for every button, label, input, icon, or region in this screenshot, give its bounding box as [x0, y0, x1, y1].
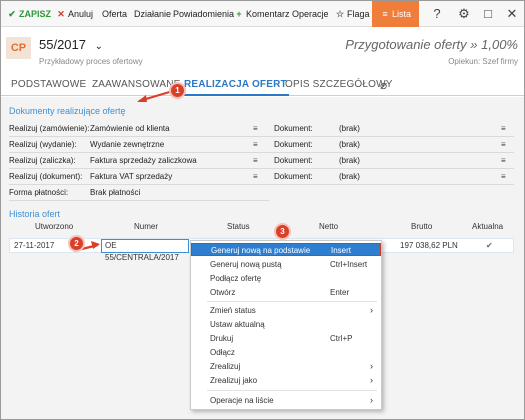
divider: [9, 200, 269, 201]
menu-item-open[interactable]: Otwórz Enter: [191, 286, 381, 299]
menu-icon[interactable]: ≡: [501, 154, 506, 168]
menu-item-realize[interactable]: Zrealizuj ›: [191, 360, 381, 373]
menu-item-realize-as[interactable]: Zrealizuj jako ›: [191, 374, 381, 387]
menu-item-list-operations[interactable]: Operacje na liście ›: [191, 394, 381, 407]
chevron-down-icon: ⌄: [94, 41, 104, 52]
menu-icon[interactable]: ≡: [253, 170, 258, 184]
star-icon: ☆: [335, 9, 345, 19]
divider: [9, 152, 514, 153]
menu-item-change-status[interactable]: Zmień status ›: [191, 304, 381, 317]
toolbar: ✔ ZAPISZ ✕ Anuluj Oferta Działanie Powiado…: [1, 1, 524, 27]
help-icon[interactable]: ?: [426, 1, 448, 27]
menu-item-detach[interactable]: Odłącz: [191, 346, 381, 359]
menu-icon[interactable]: ≡: [501, 122, 506, 136]
checkmark-icon: ✔: [8, 9, 16, 19]
brutto-cell: 197 038,62 PLN: [400, 241, 458, 250]
menu-item-attach-offer[interactable]: Podłącz ofertę: [191, 272, 381, 285]
doc-number[interactable]: 55/2017 ⌄: [39, 37, 103, 52]
created-cell: 27-11-2017: [14, 241, 55, 250]
doc-owner: Opiekun: Szef firmy: [448, 57, 518, 66]
menu-icon[interactable]: ≡: [501, 138, 506, 152]
column-header[interactable]: Brutto: [411, 222, 432, 231]
tab-podstawowe[interactable]: PODSTAWOWE: [9, 74, 88, 96]
callout-badge-3: 3: [274, 223, 291, 240]
context-menu: Generuj nową na podstawie Insert Generuj…: [190, 240, 382, 410]
document-select[interactable]: Faktura VAT sprzedaży: [90, 170, 172, 184]
callout-badge-2: 2: [68, 235, 85, 252]
close-window-icon[interactable]: ✕: [501, 1, 523, 27]
menu-item-set-current[interactable]: Ustaw aktualną: [191, 318, 381, 331]
history-section-title: Historia ofert: [9, 209, 61, 219]
doc-type-badge: CP: [6, 37, 31, 59]
menu-separator: [207, 301, 377, 302]
doc-subtitle: Przykładowy proces ofertowy: [39, 57, 143, 66]
field-row: Forma płatności: Brak płatności: [9, 186, 269, 200]
list-icon: ≡: [382, 9, 388, 19]
save-button[interactable]: ✔ ZAPISZ: [7, 1, 51, 27]
flag-button[interactable]: ☆ Flaga: [335, 1, 370, 27]
payment-select[interactable]: Brak płatności: [90, 186, 140, 200]
chevron-right-icon: ›: [370, 375, 373, 385]
column-header[interactable]: Numer: [134, 222, 158, 231]
release-select[interactable]: Wydanie zewnętrzne: [90, 138, 164, 152]
cancel-button[interactable]: ✕ Anuluj: [56, 1, 93, 27]
column-header[interactable]: Netto: [319, 222, 338, 231]
action-menu[interactable]: Działanie: [134, 1, 171, 27]
menu-icon[interactable]: ≡: [253, 154, 258, 168]
field-row: Realizuj (dokument): Faktura VAT sprzeda…: [9, 170, 514, 184]
chevron-right-icon: ›: [370, 361, 373, 371]
offer-menu[interactable]: Oferta: [102, 1, 127, 27]
list-button[interactable]: ≡ Lista: [372, 1, 420, 27]
menu-item-generate-based[interactable]: Generuj nową na podstawie Insert: [191, 243, 381, 256]
field-row: Realizuj (wydanie): Wydanie zewnętrzne ≡…: [9, 138, 514, 152]
field-row: Realizuj (zaliczka): Faktura sprzedaży z…: [9, 154, 514, 168]
menu-item-generate-empty[interactable]: Generuj nową pustą Ctrl+Insert: [191, 258, 381, 271]
plus-icon: +: [236, 9, 242, 19]
advance-document-select[interactable]: (brak): [339, 154, 360, 168]
order-document-select[interactable]: (brak): [339, 122, 360, 136]
operations-menu[interactable]: Operacje: [292, 1, 329, 27]
divider: [9, 136, 514, 137]
document-header: CP 55/2017 ⌄ Przykładowy proces ofertowy…: [1, 28, 524, 72]
chevron-right-icon: ›: [370, 395, 373, 405]
column-header[interactable]: Utworzono: [35, 222, 73, 231]
history-table-header: Utworzono Numer Status Netto Brutto Aktu…: [9, 222, 514, 236]
comment-button[interactable]: + Komentarz: [234, 1, 289, 27]
column-header[interactable]: Status: [227, 222, 250, 231]
doc-status: Przygotowanie oferty » 1,00%: [345, 37, 518, 52]
settings-icon[interactable]: ⚙: [453, 1, 475, 27]
notifications-menu[interactable]: Powiadomienia: [173, 1, 234, 27]
column-header[interactable]: Aktualna: [472, 222, 503, 231]
menu-icon[interactable]: ≡: [253, 138, 258, 152]
menu-item-print[interactable]: Drukuj Ctrl+P: [191, 332, 381, 345]
invoice-document-select[interactable]: (brak): [339, 170, 360, 184]
callout-badge-1: 1: [169, 82, 186, 99]
tab-realizacja-ofert[interactable]: REALIZACJA OFERT: [182, 74, 289, 96]
check-icon: ✔: [486, 241, 493, 250]
tab-bar: PODSTAWOWE ZAAWANSOWANE REALIZACJA OFERT…: [1, 74, 524, 96]
close-icon: ✕: [57, 9, 65, 19]
menu-separator: [207, 390, 377, 391]
window: ✔ ZAPISZ ✕ Anuluj Oferta Działanie Powiado…: [0, 0, 525, 420]
attachment-icon[interactable]: ⌀: [378, 74, 389, 96]
number-cell[interactable]: OE 55/CENTRALA/2017: [101, 239, 189, 262]
maximize-icon[interactable]: □: [477, 1, 499, 27]
menu-icon[interactable]: ≡: [253, 122, 258, 136]
field-row: Realizuj (zamówienie): Zamówienie od kli…: [9, 122, 514, 136]
divider: [9, 184, 514, 185]
release-document-select[interactable]: (brak): [339, 138, 360, 152]
advance-select[interactable]: Faktura sprzedaży zaliczkowa: [90, 154, 197, 168]
menu-icon[interactable]: ≡: [501, 170, 506, 184]
order-select[interactable]: Zamówienie od klienta: [90, 122, 170, 136]
documents-section-title: Dokumenty realizujące ofertę: [9, 106, 126, 116]
divider: [9, 168, 514, 169]
chevron-right-icon: ›: [370, 305, 373, 315]
